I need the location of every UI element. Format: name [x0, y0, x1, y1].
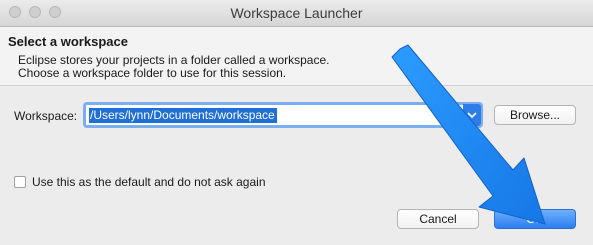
workspace-dropdown-button[interactable]	[463, 104, 481, 126]
chevron-down-icon	[467, 112, 477, 119]
browse-button[interactable]: Browse...	[494, 105, 576, 125]
workspace-launcher-window: Workspace Launcher Select a workspace Ec…	[0, 0, 593, 245]
default-checkbox[interactable]	[14, 176, 26, 188]
dialog-header: Select a workspace Eclipse stores your p…	[0, 27, 593, 86]
default-checkbox-label[interactable]: Use this as the default and do not ask a…	[32, 175, 266, 189]
ok-button[interactable]: OK	[494, 209, 576, 229]
workspace-label: Workspace:	[14, 109, 78, 123]
header-description-line-2: Choose a workspace folder to use for thi…	[18, 66, 287, 80]
window-title: Workspace Launcher	[230, 5, 363, 21]
workspace-combobox[interactable]: /Users/lynn/Documents/workspace	[83, 102, 483, 128]
header-title: Select a workspace	[8, 34, 128, 49]
workspace-path-input[interactable]: /Users/lynn/Documents/workspace	[89, 108, 277, 123]
cancel-button[interactable]: Cancel	[397, 209, 479, 229]
header-description: Eclipse stores your projects in a folder…	[18, 54, 329, 80]
title-bar: Workspace Launcher	[0, 0, 593, 27]
